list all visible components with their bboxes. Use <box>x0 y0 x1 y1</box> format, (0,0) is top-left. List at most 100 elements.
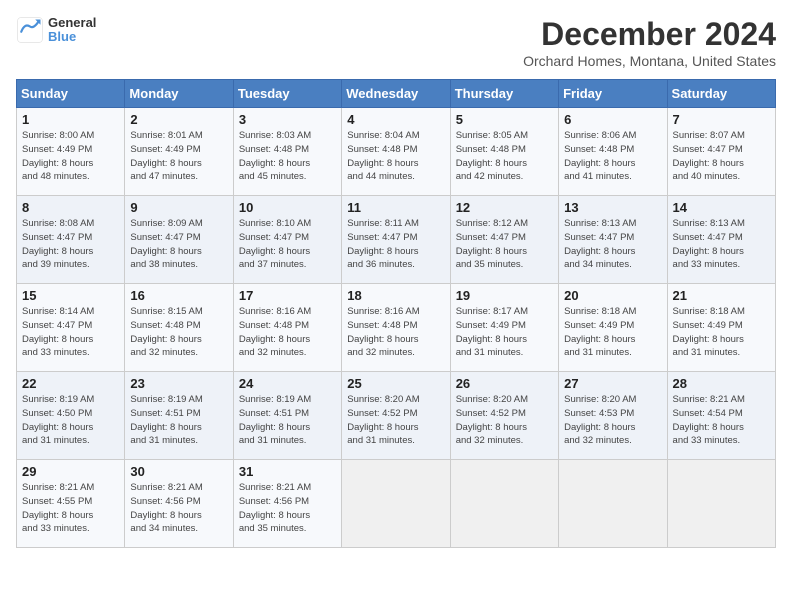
calendar-body: 1 Sunrise: 8:00 AM Sunset: 4:49 PM Daylig… <box>17 108 776 548</box>
day-info: Sunrise: 8:21 AM Sunset: 4:56 PM Dayligh… <box>130 481 227 536</box>
day-info: Sunrise: 8:21 AM Sunset: 4:54 PM Dayligh… <box>673 393 770 448</box>
table-row: 24Sunrise: 8:19 AM Sunset: 4:51 PM Dayli… <box>233 372 341 460</box>
day-number: 11 <box>347 200 444 215</box>
table-row: 15 Sunrise: 8:14 AM Sunset: 4:47 PM Dayli… <box>17 284 125 372</box>
day-info: Sunrise: 8:15 AM Sunset: 4:48 PM Dayligh… <box>130 305 227 360</box>
table-row: 27Sunrise: 8:20 AM Sunset: 4:53 PM Dayli… <box>559 372 667 460</box>
table-row: 17 Sunrise: 8:16 AM Sunset: 4:48 PM Dayli… <box>233 284 341 372</box>
day-number: 20 <box>564 288 661 303</box>
day-number: 21 <box>673 288 770 303</box>
table-row: 19 Sunrise: 8:17 AM Sunset: 4:49 PM Dayli… <box>450 284 558 372</box>
table-row: 7 Sunrise: 8:07 AM Sunset: 4:47 PM Daylig… <box>667 108 775 196</box>
weekday-header: Sunday <box>17 80 125 108</box>
weekday-header: Friday <box>559 80 667 108</box>
day-number: 7 <box>673 112 770 127</box>
table-row: 20Sunrise: 8:18 AM Sunset: 4:49 PM Dayli… <box>559 284 667 372</box>
day-info: Sunrise: 8:09 AM Sunset: 4:47 PM Dayligh… <box>130 217 227 272</box>
table-row: 26 Sunrise: 8:20 AM Sunset: 4:52 PM Dayli… <box>450 372 558 460</box>
day-info: Sunrise: 8:12 AM Sunset: 4:47 PM Dayligh… <box>456 217 553 272</box>
day-number: 3 <box>239 112 336 127</box>
day-info: Sunrise: 8:04 AM Sunset: 4:48 PM Dayligh… <box>347 129 444 184</box>
table-row: 13 Sunrise: 8:13 AM Sunset: 4:47 PM Dayli… <box>559 196 667 284</box>
day-info: Sunrise: 8:21 AM Sunset: 4:55 PM Dayligh… <box>22 481 119 536</box>
day-info: Sunrise: 8:00 AM Sunset: 4:49 PM Dayligh… <box>22 129 119 184</box>
day-number: 29 <box>22 464 119 479</box>
day-number: 15 <box>22 288 119 303</box>
day-info: Sunrise: 8:21 AM Sunset: 4:56 PM Dayligh… <box>239 481 336 536</box>
day-info: Sunrise: 8:18 AM Sunset: 4:49 PM Dayligh… <box>673 305 770 360</box>
calendar-week: 1 Sunrise: 8:00 AM Sunset: 4:49 PM Daylig… <box>17 108 776 196</box>
day-number: 19 <box>456 288 553 303</box>
day-info: Sunrise: 8:13 AM Sunset: 4:47 PM Dayligh… <box>673 217 770 272</box>
table-row: 12 Sunrise: 8:12 AM Sunset: 4:47 PM Dayli… <box>450 196 558 284</box>
day-number: 14 <box>673 200 770 215</box>
day-number: 23 <box>130 376 227 391</box>
logo: General Blue <box>16 16 96 45</box>
day-number: 31 <box>239 464 336 479</box>
table-row <box>450 460 558 548</box>
table-row: 5 Sunrise: 8:05 AM Sunset: 4:48 PM Daylig… <box>450 108 558 196</box>
table-row: 18 Sunrise: 8:16 AM Sunset: 4:48 PM Dayli… <box>342 284 450 372</box>
table-row <box>342 460 450 548</box>
location-subtitle: Orchard Homes, Montana, United States <box>523 53 776 69</box>
day-number: 12 <box>456 200 553 215</box>
table-row: 31 Sunrise: 8:21 AM Sunset: 4:56 PM Dayli… <box>233 460 341 548</box>
title-area: December 2024 Orchard Homes, Montana, Un… <box>523 16 776 69</box>
day-number: 4 <box>347 112 444 127</box>
day-info: Sunrise: 8:05 AM Sunset: 4:48 PM Dayligh… <box>456 129 553 184</box>
table-row: 25 Sunrise: 8:20 AM Sunset: 4:52 PM Dayli… <box>342 372 450 460</box>
day-info: Sunrise: 8:20 AM Sunset: 4:52 PM Dayligh… <box>347 393 444 448</box>
logo-line1: General <box>48 16 96 30</box>
day-info: Sunrise: 8:08 AM Sunset: 4:47 PM Dayligh… <box>22 217 119 272</box>
calendar-week: 22Sunrise: 8:19 AM Sunset: 4:50 PM Dayli… <box>17 372 776 460</box>
table-row: 23 Sunrise: 8:19 AM Sunset: 4:51 PM Dayli… <box>125 372 233 460</box>
day-number: 13 <box>564 200 661 215</box>
calendar: SundayMondayTuesdayWednesdayThursdayFrid… <box>16 79 776 548</box>
table-row: 30 Sunrise: 8:21 AM Sunset: 4:56 PM Dayli… <box>125 460 233 548</box>
weekday-header: Monday <box>125 80 233 108</box>
calendar-week: 29 Sunrise: 8:21 AM Sunset: 4:55 PM Dayli… <box>17 460 776 548</box>
day-number: 16 <box>130 288 227 303</box>
day-info: Sunrise: 8:01 AM Sunset: 4:49 PM Dayligh… <box>130 129 227 184</box>
day-info: Sunrise: 8:11 AM Sunset: 4:47 PM Dayligh… <box>347 217 444 272</box>
table-row: 11 Sunrise: 8:11 AM Sunset: 4:47 PM Dayli… <box>342 196 450 284</box>
day-number: 8 <box>22 200 119 215</box>
day-number: 26 <box>456 376 553 391</box>
logo-line2: Blue <box>48 30 96 44</box>
calendar-week: 15 Sunrise: 8:14 AM Sunset: 4:47 PM Dayli… <box>17 284 776 372</box>
table-row: 21 Sunrise: 8:18 AM Sunset: 4:49 PM Dayli… <box>667 284 775 372</box>
table-row: 8 Sunrise: 8:08 AM Sunset: 4:47 PM Daylig… <box>17 196 125 284</box>
table-row: 29 Sunrise: 8:21 AM Sunset: 4:55 PM Dayli… <box>17 460 125 548</box>
day-info: Sunrise: 8:07 AM Sunset: 4:47 PM Dayligh… <box>673 129 770 184</box>
table-row: 4 Sunrise: 8:04 AM Sunset: 4:48 PM Daylig… <box>342 108 450 196</box>
day-info: Sunrise: 8:06 AM Sunset: 4:48 PM Dayligh… <box>564 129 661 184</box>
day-number: 1 <box>22 112 119 127</box>
day-number: 30 <box>130 464 227 479</box>
day-number: 17 <box>239 288 336 303</box>
day-info: Sunrise: 8:19 AM Sunset: 4:51 PM Dayligh… <box>130 393 227 448</box>
day-info: Sunrise: 8:13 AM Sunset: 4:47 PM Dayligh… <box>564 217 661 272</box>
day-number: 5 <box>456 112 553 127</box>
table-row: 10Sunrise: 8:10 AM Sunset: 4:47 PM Dayli… <box>233 196 341 284</box>
day-number: 10 <box>239 200 336 215</box>
day-info: Sunrise: 8:03 AM Sunset: 4:48 PM Dayligh… <box>239 129 336 184</box>
table-row: 1 Sunrise: 8:00 AM Sunset: 4:49 PM Daylig… <box>17 108 125 196</box>
day-number: 6 <box>564 112 661 127</box>
table-row: 16 Sunrise: 8:15 AM Sunset: 4:48 PM Dayli… <box>125 284 233 372</box>
table-row: 6 Sunrise: 8:06 AM Sunset: 4:48 PM Daylig… <box>559 108 667 196</box>
day-info: Sunrise: 8:17 AM Sunset: 4:49 PM Dayligh… <box>456 305 553 360</box>
weekday-header: Thursday <box>450 80 558 108</box>
header: General Blue December 2024 Orchard Homes… <box>16 16 776 69</box>
day-number: 2 <box>130 112 227 127</box>
weekday-header: Saturday <box>667 80 775 108</box>
day-info: Sunrise: 8:16 AM Sunset: 4:48 PM Dayligh… <box>347 305 444 360</box>
day-info: Sunrise: 8:14 AM Sunset: 4:47 PM Dayligh… <box>22 305 119 360</box>
day-info: Sunrise: 8:16 AM Sunset: 4:48 PM Dayligh… <box>239 305 336 360</box>
weekday-header: Tuesday <box>233 80 341 108</box>
day-info: Sunrise: 8:20 AM Sunset: 4:53 PM Dayligh… <box>564 393 661 448</box>
logo-icon <box>16 16 44 44</box>
day-number: 25 <box>347 376 444 391</box>
day-info: Sunrise: 8:20 AM Sunset: 4:52 PM Dayligh… <box>456 393 553 448</box>
day-number: 18 <box>347 288 444 303</box>
table-row: 28Sunrise: 8:21 AM Sunset: 4:54 PM Dayli… <box>667 372 775 460</box>
